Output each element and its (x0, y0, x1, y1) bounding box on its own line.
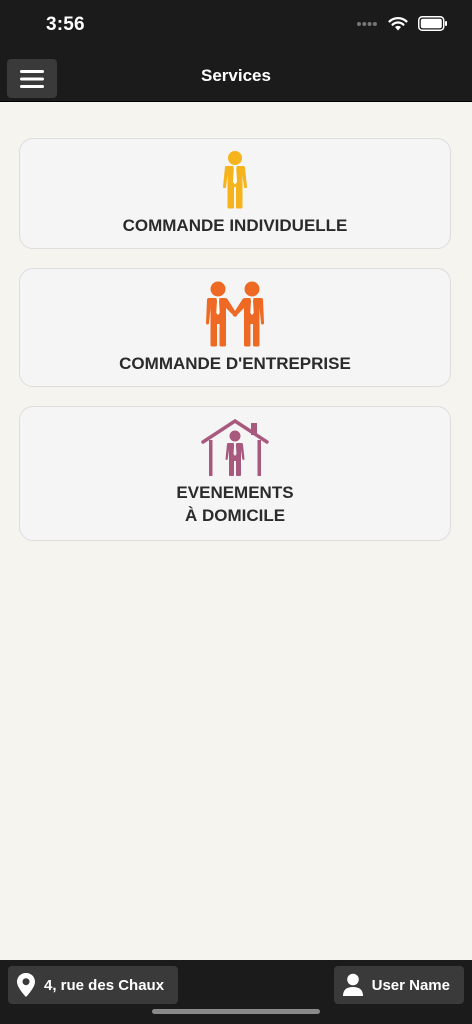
nav-bar: Services (0, 52, 472, 102)
service-label: COMMANDE D'ENTREPRISE (119, 354, 351, 373)
bottom-bar: 4, rue des Chaux User Name (0, 960, 472, 1024)
service-card-individual[interactable]: COMMANDE INDIVIDUELLE (19, 138, 451, 249)
user-button[interactable]: User Name (333, 966, 464, 1004)
service-card-events[interactable]: EVENEMENTS À DOMICILE (19, 406, 451, 541)
address-text: 4, rue des Chaux (44, 976, 165, 994)
service-label: COMMANDE INDIVIDUELLE (122, 216, 348, 235)
user-name: User Name (371, 976, 450, 994)
house-person-icon (201, 419, 269, 476)
page-title: Services (201, 66, 271, 85)
service-label: EVENEMENTS À DOMICILE (20, 481, 450, 527)
status-icons (356, 16, 448, 31)
status-time: 3:56 (46, 14, 85, 35)
home-indicator[interactable] (152, 1009, 320, 1014)
wifi-icon (388, 17, 408, 31)
service-label-line2: À DOMICILE (184, 506, 286, 525)
location-pin-icon (17, 973, 35, 997)
battery-icon (418, 16, 447, 31)
service-label-line1: EVENEMENTS (176, 483, 294, 502)
signal-icon (357, 21, 377, 26)
service-card-enterprise[interactable]: COMMANDE D'ENTREPRISE (19, 268, 451, 387)
user-icon (342, 973, 363, 996)
single-person-icon (223, 151, 247, 209)
two-people-handshake-icon (206, 281, 264, 347)
status-bar: 3:56 (0, 0, 472, 52)
address-button[interactable]: 4, rue des Chaux (8, 966, 179, 1004)
